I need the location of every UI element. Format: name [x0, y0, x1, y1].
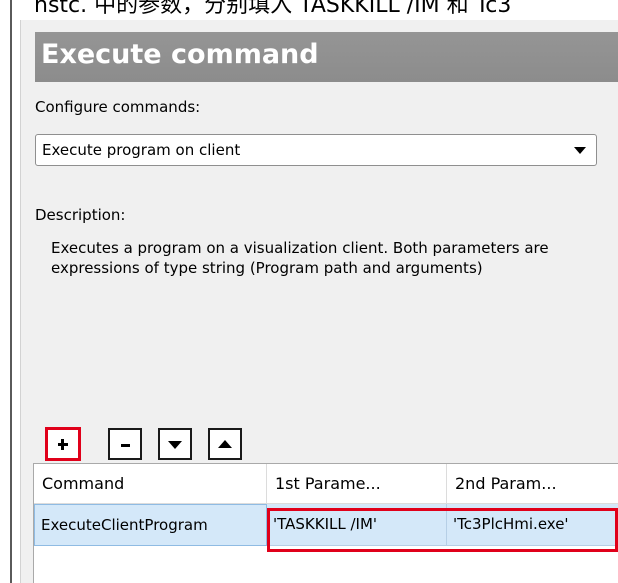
move-up-button[interactable] [208, 428, 242, 460]
minus-icon [121, 444, 130, 447]
panel-header: Execute command [35, 32, 618, 82]
column-header-2nd-parameter[interactable]: 2nd Param... [447, 464, 618, 504]
table-cell-2nd-parameter[interactable]: 'Tc3PlcHmi.exe' [447, 504, 618, 546]
move-down-button[interactable] [158, 428, 192, 460]
execute-command-panel: Execute command Configure commands: Exec… [20, 20, 618, 583]
table-cell-command[interactable]: ExecuteClientProgram [34, 504, 267, 546]
configure-commands-label: Configure commands: [35, 98, 201, 116]
description-label: Description: [35, 206, 126, 224]
column-header-command[interactable]: Command [34, 464, 267, 504]
add-command-button[interactable] [45, 427, 81, 461]
document-text-strip: nstc. 中的参数，分别填入 TASKKILL /IM 和 Tc3 [0, 0, 618, 22]
document-text: nstc. 中的参数，分别填入 TASKKILL /IM 和 Tc3 [34, 0, 512, 18]
panel-title: Execute command [41, 39, 319, 70]
column-header-1st-parameter[interactable]: 1st Parame... [267, 464, 447, 504]
page: nstc. 中的参数，分别填入 TASKKILL /IM 和 Tc3 Execu… [0, 0, 618, 583]
commands-table: Command 1st Parame... 2nd Param... Execu… [33, 463, 618, 583]
chevron-down-icon [574, 147, 586, 154]
description-text: Executes a program on a visualization cl… [51, 239, 549, 277]
document-rule [10, 0, 12, 583]
command-select-value: Execute program on client [42, 141, 241, 159]
remove-command-button[interactable] [108, 428, 142, 460]
arrow-up-icon [218, 440, 232, 448]
table-cell-1st-parameter[interactable]: 'TASKKILL /IM' [267, 504, 447, 546]
command-select[interactable]: Execute program on client [35, 134, 597, 166]
arrow-down-icon [168, 441, 182, 449]
